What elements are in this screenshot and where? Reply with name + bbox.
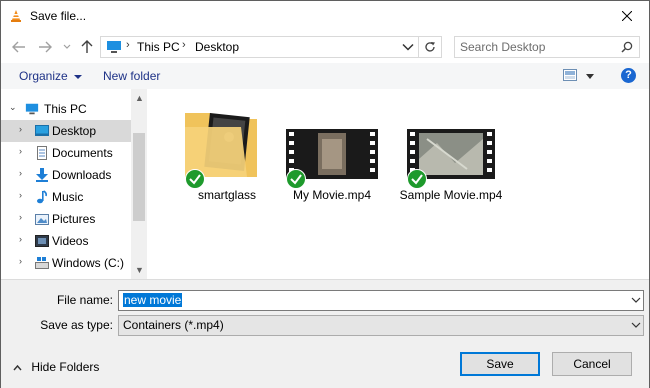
pictures-icon — [35, 214, 49, 225]
save-button[interactable]: Save — [460, 352, 540, 376]
sidebar-item-documents[interactable]: › Documents — [1, 142, 131, 164]
sync-check-icon — [286, 169, 306, 189]
scroll-down-icon[interactable]: ▼ — [135, 265, 144, 275]
file-name: My Movie.mp4 — [292, 188, 372, 202]
command-bar: Organize New folder ? — [1, 63, 649, 89]
forward-button[interactable] — [37, 39, 53, 55]
sidebar-item-music[interactable]: › Music — [1, 186, 131, 208]
up-arrow-icon — [81, 40, 93, 53]
savetype-select[interactable]: Containers (*.mp4) — [118, 315, 644, 336]
file-name: Sample Movie.mp4 — [399, 188, 503, 202]
computer-icon — [107, 41, 121, 53]
sync-check-icon — [185, 169, 205, 189]
back-button[interactable] — [11, 39, 27, 55]
file-name: smartglass — [197, 188, 256, 202]
scrollbar-thumb[interactable] — [133, 133, 145, 221]
save-form: File name: new movie Save as type: Conta… — [1, 279, 649, 388]
sidebar-item-windows-c[interactable]: › Windows (C:) — [1, 252, 131, 274]
organize-label: Organize — [19, 69, 68, 83]
navigation-scrollbar[interactable]: ▲ ▼ — [131, 89, 147, 279]
address-bar[interactable]: › This PC › Desktop — [100, 36, 442, 58]
sidebar-item-downloads[interactable]: › Downloads — [1, 164, 131, 186]
music-icon — [37, 190, 48, 204]
title-bar: Save file... — [1, 1, 649, 31]
view-options-icon — [563, 69, 577, 81]
savetype-value: Containers (*.mp4) — [123, 318, 224, 332]
chevron-down-icon — [74, 75, 83, 79]
sidebar-item-label: This PC — [44, 102, 87, 116]
sidebar-item-videos[interactable]: › Videos — [1, 230, 131, 252]
breadcrumb-desktop[interactable]: Desktop — [195, 40, 239, 54]
back-arrow-icon — [12, 41, 25, 53]
vlc-cone-icon — [9, 9, 23, 23]
savetype-label: Save as type: — [40, 318, 113, 332]
breadcrumb-separator: › — [126, 39, 130, 51]
help-button[interactable]: ? — [621, 68, 636, 83]
refresh-icon — [425, 42, 435, 52]
navigation-pane: ⌄ This PC › Desktop › Documents › Downlo… — [1, 89, 146, 279]
sidebar-item-desktop[interactable]: › Desktop — [1, 120, 131, 142]
search-placeholder: Search Desktop — [460, 40, 546, 54]
expand-arrow-icon[interactable]: › — [19, 124, 22, 134]
chevron-up-icon — [13, 364, 22, 371]
forward-arrow-icon — [39, 41, 52, 53]
file-list: smartglass My Movie.mp4 Sample Movie.mp4 — [147, 89, 649, 279]
documents-icon — [37, 146, 47, 160]
filename-field[interactable]: new movie — [118, 290, 644, 311]
expand-arrow-icon[interactable]: › — [19, 190, 22, 200]
hide-folders-button[interactable]: Hide Folders — [13, 360, 99, 374]
filename-label: File name: — [56, 293, 113, 307]
view-options-button[interactable] — [563, 69, 577, 84]
desktop-icon — [35, 125, 49, 136]
expand-arrow-icon[interactable]: › — [19, 234, 22, 244]
computer-icon — [25, 103, 39, 115]
file-item-sample-movie[interactable]: Sample Movie.mp4 — [391, 89, 511, 219]
expand-arrow-icon[interactable]: ⌄ — [9, 102, 17, 113]
close-icon — [622, 11, 632, 21]
sidebar-item-this-pc[interactable]: ⌄ This PC — [1, 98, 131, 120]
search-icon — [621, 41, 633, 53]
close-button[interactable] — [605, 1, 649, 31]
file-item-my-movie[interactable]: My Movie.mp4 — [272, 89, 392, 219]
up-button[interactable] — [79, 39, 95, 55]
sidebar-item-label: Documents — [52, 146, 113, 160]
drive-icon — [35, 257, 49, 269]
hide-folders-label: Hide Folders — [31, 360, 100, 374]
save-file-dialog: Save file... › This PC › Desktop Search … — [0, 0, 650, 388]
downloads-icon — [36, 168, 48, 182]
expand-arrow-icon[interactable]: › — [19, 146, 22, 156]
sidebar-item-label: Desktop — [52, 124, 97, 138]
sidebar-item-label: Videos — [52, 234, 89, 248]
sidebar-item-label: Pictures — [52, 212, 96, 226]
expand-arrow-icon[interactable]: › — [19, 256, 22, 266]
address-row: › This PC › Desktop Search Desktop — [1, 31, 649, 63]
recent-locations-button[interactable] — [59, 39, 75, 55]
filename-value[interactable]: new movie — [123, 293, 183, 307]
scroll-up-icon[interactable]: ▲ — [135, 93, 144, 103]
file-item-smartglass[interactable]: smartglass — [167, 89, 287, 219]
videos-icon — [35, 235, 49, 247]
expand-arrow-icon[interactable]: › — [19, 168, 22, 178]
chevron-down-icon[interactable] — [401, 42, 415, 52]
chevron-down-icon — [631, 322, 641, 328]
new-folder-button[interactable]: New folder — [103, 69, 160, 83]
breadcrumb-separator: › — [182, 39, 186, 51]
breadcrumb-this-pc[interactable]: This PC — [137, 40, 180, 54]
search-input[interactable]: Search Desktop — [454, 36, 640, 58]
sidebar-item-pictures[interactable]: › Pictures — [1, 208, 131, 230]
refresh-button[interactable] — [418, 37, 441, 57]
chevron-down-icon — [63, 44, 71, 49]
sidebar-item-label: Downloads — [52, 168, 112, 182]
chevron-down-icon[interactable] — [586, 74, 594, 80]
cancel-button[interactable]: Cancel — [552, 352, 632, 376]
sidebar-item-label: Music — [52, 190, 84, 204]
window-title: Save file... — [30, 9, 87, 23]
sync-check-icon — [407, 169, 427, 189]
chevron-down-icon[interactable] — [631, 295, 641, 305]
organize-menu[interactable]: Organize — [19, 69, 83, 83]
expand-arrow-icon[interactable]: › — [19, 212, 22, 222]
sidebar-item-label: Windows (C:) — [52, 256, 125, 270]
